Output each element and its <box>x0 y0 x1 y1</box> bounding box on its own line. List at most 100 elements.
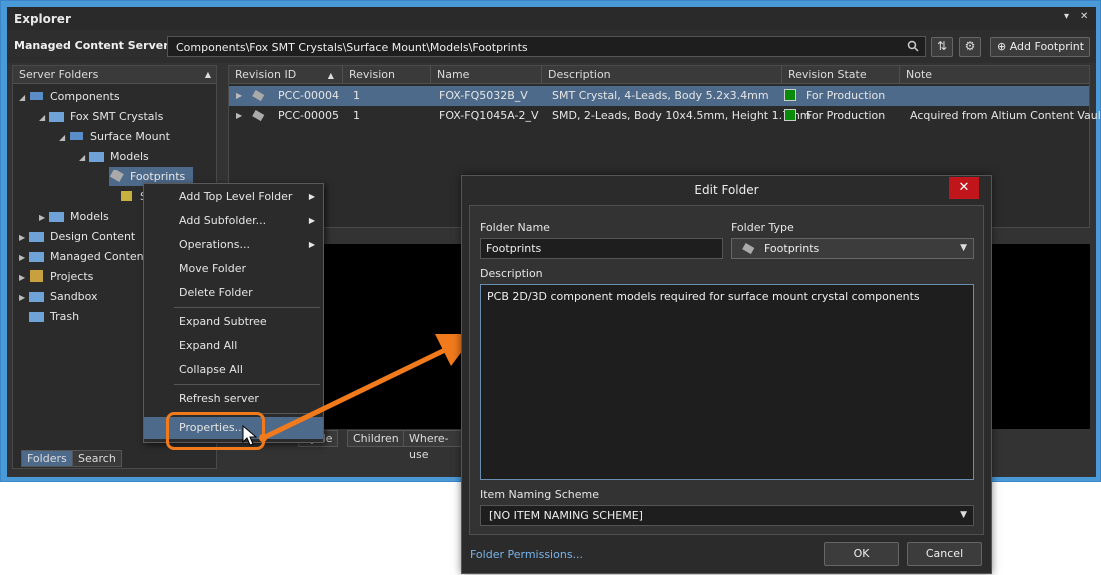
menu-item-label: Operations... <box>179 238 250 251</box>
sort-up-icon: ▲ <box>328 71 334 80</box>
expanded-icon: ◢ <box>59 128 69 147</box>
folder-icon <box>29 230 45 242</box>
chevron-down-icon: ▼ <box>960 506 967 525</box>
expand-icon[interactable]: ▶ <box>236 86 242 106</box>
footprint-icon <box>741 243 755 255</box>
title-bar: Explorer ▾ ✕ <box>7 7 1096 30</box>
collapsed-icon: ▶ <box>19 228 29 247</box>
folder-type-select[interactable]: Footprints ▼ <box>731 238 974 259</box>
tree-item-label: Surface Mount <box>90 130 170 143</box>
menu-item-label: Add Subfolder... <box>179 214 266 227</box>
col-revision-id-label: Revision ID <box>235 68 296 81</box>
folder-icon <box>29 290 45 302</box>
server-select[interactable]: Managed Content Server ▼ <box>14 39 179 52</box>
expanded-icon: ◢ <box>19 88 29 107</box>
col-name[interactable]: Name <box>431 66 542 84</box>
collapsed-icon: ▶ <box>19 288 29 307</box>
table-row[interactable]: ▶ PCC-00005 1 FOX-FQ1045A-2_V SMD, 2-Lea… <box>229 106 1089 126</box>
path-text: Components\Fox SMT Crystals\Surface Moun… <box>176 41 528 54</box>
cancel-button[interactable]: Cancel <box>907 542 982 566</box>
server-bar: Managed Content Server ▼ Components\Fox … <box>7 30 1096 63</box>
tree-item-design-content[interactable]: ▶ Design Content <box>19 227 135 246</box>
footprint-icon <box>251 110 265 122</box>
path-input[interactable]: Components\Fox SMT Crystals\Surface Moun… <box>167 36 926 57</box>
tree-item-managed-content[interactable]: ▶ Managed Conten <box>19 247 144 266</box>
ok-button[interactable]: OK <box>824 542 899 566</box>
server-folders-header[interactable]: Server Folders▲ <box>13 66 216 84</box>
tree-item-label: Footprints <box>130 170 185 183</box>
cell-description: SMD, 2-Leads, Body 10x4.5mm, Height 1.7m… <box>552 106 811 126</box>
col-revision[interactable]: Revision <box>343 66 431 84</box>
settings-button[interactable]: ⚙ <box>959 37 981 57</box>
search-icon[interactable] <box>907 40 919 52</box>
collapsed-icon: ▶ <box>19 248 29 267</box>
col-revision-state[interactable]: Revision State <box>782 66 900 84</box>
tree-item-label: Models <box>110 150 149 163</box>
folder-name-input[interactable]: Footprints <box>480 238 723 259</box>
menu-item-add-top-level-folder[interactable]: Add Top Level Folder▶ <box>144 186 323 208</box>
description-textarea[interactable]: PCB 2D/3D component models required for … <box>480 284 974 480</box>
tree-item-surface-mount[interactable]: ◢ Surface Mount <box>59 127 170 146</box>
tree-item-label: Design Content <box>50 230 135 243</box>
tree-item-trash[interactable]: Trash <box>29 307 79 326</box>
cell-note: Acquired from Altium Content Vault <box>910 106 1101 126</box>
server-folders-header-label: Server Folders <box>19 68 98 81</box>
tab-search[interactable]: Search <box>72 450 122 467</box>
cell-description: SMT Crystal, 4-Leads, Body 5.2x3.4mm <box>552 86 769 106</box>
left-tabs: Folders Search <box>21 450 131 468</box>
callout-arrow-icon <box>255 320 485 450</box>
tree-item-label: Trash <box>50 310 79 323</box>
component-icon <box>69 130 85 142</box>
col-description[interactable]: Description <box>542 66 782 84</box>
tree-item-label: Models <box>70 210 109 223</box>
cell-revision: 1 <box>353 106 360 126</box>
tab-folders[interactable]: Folders <box>21 450 73 467</box>
item-naming-select[interactable]: [NO ITEM NAMING SCHEME] ▼ <box>480 505 974 526</box>
cell-revision-id: PCC-00004 <box>278 86 339 106</box>
refresh-icon: ⇅ <box>937 39 947 53</box>
component-icon <box>29 90 45 102</box>
menu-item-move-folder[interactable]: Move Folder <box>144 258 323 280</box>
submenu-arrow-icon: ▶ <box>309 234 315 256</box>
tree-item-label: Components <box>50 90 120 103</box>
close-icon[interactable]: ✕ <box>1080 11 1088 22</box>
col-revision-id[interactable]: Revision ID ▲ <box>229 66 343 84</box>
pin-icon[interactable]: ▾ <box>1064 11 1069 22</box>
edit-folder-dialog: Edit Folder ✕ Folder Name Footprints Fol… <box>461 175 992 574</box>
tree-item-models-2[interactable]: ▶ Models <box>39 207 109 226</box>
menu-item-delete-folder[interactable]: Delete Folder <box>144 282 323 304</box>
tree-item-label: Fox SMT Crystals <box>70 110 163 123</box>
expanded-icon: ◢ <box>79 148 89 167</box>
menu-item-add-subfolder[interactable]: Add Subfolder...▶ <box>144 210 323 232</box>
col-note[interactable]: Note <box>900 66 1089 84</box>
tree-item-models[interactable]: ◢ Models <box>79 147 149 166</box>
close-icon: ✕ <box>959 180 970 195</box>
menu-separator <box>174 307 320 308</box>
tree-item-projects[interactable]: ▶Projects <box>19 267 93 286</box>
expand-icon[interactable]: ▶ <box>236 106 242 126</box>
collapsed-icon: ▶ <box>19 268 29 287</box>
tree-item-label: Managed Conten <box>50 250 144 263</box>
submenu-arrow-icon: ▶ <box>309 186 315 208</box>
refresh-button[interactable]: ⇅ <box>931 37 953 57</box>
dialog-close-button[interactable]: ✕ <box>949 177 979 199</box>
tree-item-fox-smt-crystals[interactable]: ◢Fox SMT Crystals <box>39 107 163 126</box>
folder-permissions-link[interactable]: Folder Permissions... <box>470 548 583 561</box>
folder-type-label: Folder Type <box>731 221 794 234</box>
server-select-label: Managed Content Server <box>14 39 169 52</box>
table-row[interactable]: ▶ PCC-00004 1 FOX-FQ5032B_V SMT Crystal,… <box>229 86 1089 106</box>
dialog-title: Edit Folder <box>462 176 991 205</box>
tree-item-components[interactable]: ◢ Components <box>19 87 120 106</box>
footprint-icon <box>251 90 265 102</box>
table-header: Revision ID ▲ Revision Name Description … <box>229 66 1089 84</box>
chevron-down-icon: ▼ <box>960 239 967 258</box>
add-footprint-label: Add Footprint <box>1010 40 1084 53</box>
collapsed-icon: ▶ <box>39 208 49 227</box>
menu-item-operations[interactable]: Operations... ▶ <box>144 234 323 256</box>
folder-icon <box>29 250 45 262</box>
add-footprint-button[interactable]: ⊕ Add Footprint <box>990 37 1090 57</box>
folder-icon <box>29 310 45 322</box>
tree-item-sandbox[interactable]: ▶Sandbox <box>19 287 98 306</box>
state-indicator <box>784 89 796 101</box>
cell-revision-state: For Production <box>806 106 885 126</box>
